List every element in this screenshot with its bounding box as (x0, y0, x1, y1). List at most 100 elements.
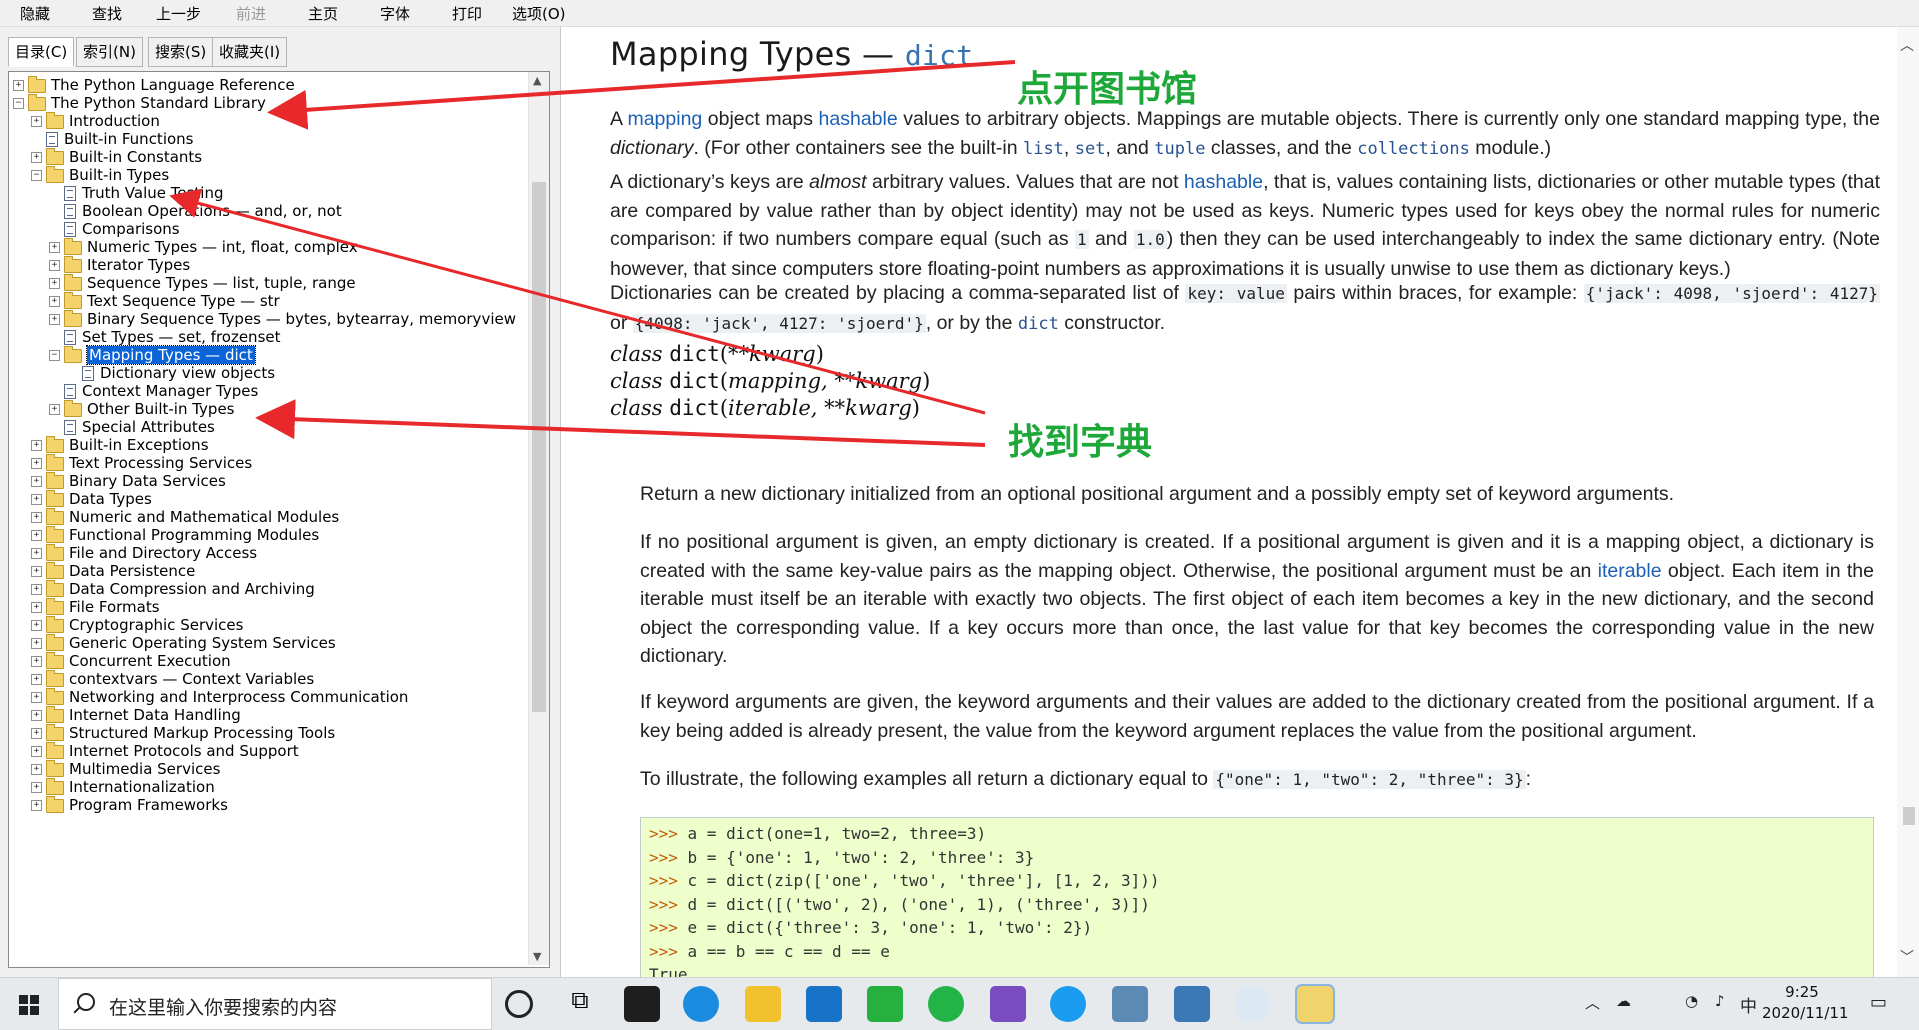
link-mapping[interactable]: mapping (627, 108, 702, 130)
doc-scroll-up-icon[interactable]: ︿ (1900, 35, 1914, 55)
expand-icon[interactable]: + (31, 710, 42, 721)
tree-item[interactable]: + Program Frameworks (31, 794, 228, 816)
tab-contents[interactable]: 目录(C) (8, 37, 75, 67)
expand-icon[interactable]: + (31, 458, 42, 469)
search-icon (77, 993, 95, 1011)
folder-icon (46, 759, 64, 777)
expand-icon[interactable]: + (31, 494, 42, 505)
expand-icon[interactable]: + (31, 764, 42, 775)
expand-icon[interactable]: + (49, 278, 60, 289)
expand-icon[interactable]: + (31, 116, 42, 127)
expand-icon[interactable]: + (31, 782, 42, 793)
expand-icon[interactable]: + (31, 656, 42, 667)
link-collections[interactable]: collections (1357, 139, 1470, 159)
signature-mapping: class dict(mapping, **kwarg) (610, 369, 931, 393)
link-hashable[interactable]: hashable (819, 108, 898, 130)
expand-icon[interactable]: + (31, 566, 42, 577)
code-result: True (649, 965, 688, 977)
start-button[interactable] (0, 978, 58, 1030)
expand-icon[interactable]: + (13, 80, 24, 91)
link-set[interactable]: set (1075, 139, 1106, 159)
page-title-code[interactable]: dict (905, 39, 974, 72)
back-button[interactable]: 上一步 (156, 3, 201, 24)
options-button[interactable]: 选项(O) (512, 3, 566, 24)
app-tool-icon[interactable] (1112, 986, 1148, 1022)
file-explorer-icon[interactable] (745, 986, 781, 1022)
network-icon[interactable]: ☁ (1616, 992, 1631, 1010)
link-list[interactable]: list (1023, 139, 1064, 159)
edge-icon[interactable] (683, 986, 719, 1022)
expand-icon[interactable]: + (31, 602, 42, 613)
folder-icon (46, 615, 64, 633)
clock-time: 9:25 (1785, 983, 1819, 1001)
doc-scroll-down-icon[interactable]: ﹀ (1900, 947, 1914, 967)
tab-index[interactable]: 索引(N) (76, 37, 143, 67)
collapse-icon[interactable]: − (13, 98, 24, 109)
forward-button[interactable]: 前进 (236, 3, 266, 24)
hide-button[interactable]: 隐藏 (20, 3, 50, 24)
find-button[interactable]: 查找 (92, 3, 122, 24)
mail-icon[interactable] (806, 986, 842, 1022)
expand-icon[interactable]: + (31, 440, 42, 451)
link-iterable[interactable]: iterable (1598, 560, 1662, 582)
expand-icon[interactable]: + (31, 548, 42, 559)
tray-chevron-icon[interactable]: ︿ (1585, 992, 1600, 1013)
notification-icon[interactable]: ▭ (1870, 992, 1887, 1013)
expand-icon[interactable]: + (49, 260, 60, 271)
expand-icon[interactable]: + (31, 728, 42, 739)
home-button[interactable]: 主页 (308, 3, 338, 24)
scroll-down-icon[interactable]: ▼ (533, 950, 541, 963)
link-hashable-2[interactable]: hashable (1184, 171, 1263, 193)
wifi-icon[interactable]: ◔ (1685, 992, 1698, 1010)
expand-icon[interactable]: + (49, 314, 60, 325)
contents-tree: + The Python Language Reference − The Pytho… (9, 72, 527, 965)
expand-icon[interactable]: + (49, 404, 60, 415)
paragraph-create: Dictionaries can be created by placing a… (610, 282, 1881, 334)
collapse-icon[interactable]: − (49, 350, 60, 361)
expand-icon[interactable]: + (31, 584, 42, 595)
app-ev-icon[interactable] (1235, 986, 1271, 1022)
task-view-icon[interactable]: ⧉ (562, 986, 598, 1022)
help-app-icon[interactable] (1295, 984, 1335, 1024)
print-button[interactable]: 打印 (452, 3, 482, 24)
expand-icon[interactable]: + (31, 638, 42, 649)
folder-icon (46, 597, 64, 615)
dict-description: Return a new dictionary initialized from… (640, 483, 1675, 505)
python-icon[interactable] (1174, 986, 1210, 1022)
collapse-icon[interactable]: − (31, 170, 42, 181)
scroll-up-icon[interactable]: ▲ (533, 74, 541, 87)
expand-icon[interactable]: + (31, 674, 42, 685)
app-blue-icon[interactable] (1050, 986, 1086, 1022)
expand-icon[interactable]: + (31, 512, 42, 523)
doc-scroll-thumb[interactable] (1903, 807, 1915, 825)
volume-icon[interactable]: ♪ (1715, 992, 1725, 1010)
wechat-icon[interactable] (928, 986, 964, 1022)
expand-icon[interactable]: + (31, 530, 42, 541)
expand-icon[interactable]: + (31, 746, 42, 757)
tree-scrollbar[interactable]: ▲ ▼ (528, 72, 549, 965)
pycharm-icon[interactable] (624, 986, 660, 1022)
expand-icon[interactable]: + (31, 692, 42, 703)
ime-indicator[interactable]: 中 (1740, 992, 1757, 1017)
cortana-icon[interactable] (505, 990, 533, 1018)
taskbar-search[interactable]: 在这里输入你要搜索的内容 (58, 978, 492, 1030)
expand-icon[interactable]: + (31, 152, 42, 163)
folder-icon (28, 93, 46, 111)
expand-icon[interactable]: + (31, 476, 42, 487)
expand-icon[interactable]: + (31, 620, 42, 631)
expand-icon[interactable]: + (49, 296, 60, 307)
navigation-pane: 目录(C) 索引(N) 搜索(S) 收藏夹(I) + The Python Lan… (0, 27, 561, 977)
link-tuple[interactable]: tuple (1154, 139, 1205, 159)
tab-favorites[interactable]: 收藏夹(I) (212, 37, 288, 67)
tab-search[interactable]: 搜索(S) (148, 37, 214, 67)
font-button[interactable]: 字体 (380, 3, 410, 24)
app-green-icon[interactable] (867, 986, 903, 1022)
link-dict[interactable]: dict (1018, 314, 1059, 334)
expand-icon[interactable]: + (31, 800, 42, 811)
document-pane: Mapping Types — dict A mapping object ma… (562, 27, 1894, 977)
clock[interactable]: 9:25 2020/11/11 (1762, 982, 1848, 1024)
expand-icon[interactable]: + (49, 242, 60, 253)
scroll-thumb[interactable] (532, 182, 546, 712)
visual-studio-icon[interactable] (990, 986, 1026, 1022)
document-scrollbar[interactable]: ︿ ﹀ (1897, 27, 1919, 977)
